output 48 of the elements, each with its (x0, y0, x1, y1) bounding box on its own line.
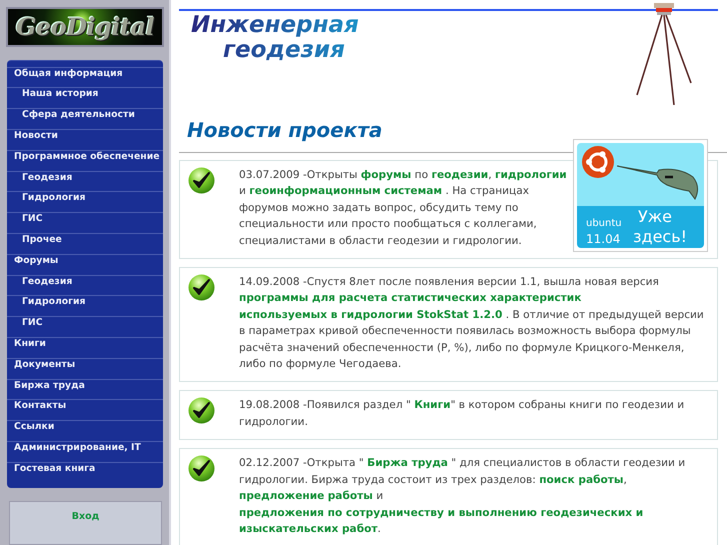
login-title: Вход (72, 510, 100, 524)
sidebar-item[interactable]: Гостевая книга (7, 462, 163, 482)
news-text: 02.12.2007 -Открыта " Биржа труда " для специалистов в области геодезии и гидрологии. Биржа труда состоит из трех разделов: поиск работы, предложение работы и предложения по сотрудничеству и выполнению геодезических и изыскательских работ. (239, 456, 686, 537)
sidebar-item[interactable]: Геодезия (7, 274, 163, 296)
news-link[interactable]: Биржа труда (367, 457, 448, 470)
sidebar-item[interactable]: Гидрология (7, 191, 163, 212)
sidebar-item[interactable]: Геодезия (7, 170, 163, 192)
news-link[interactable]: геоинформационным системам (249, 185, 442, 198)
page-title: Новости проекта (186, 118, 384, 142)
news-link[interactable]: форумы (360, 169, 412, 181)
version-text: 11.04 (586, 232, 620, 246)
sidebar-item[interactable]: Программное обеспечение (7, 150, 163, 171)
sidebar-item[interactable]: ГИС (7, 212, 163, 233)
news-link[interactable]: предложения по сотрудничеству и выполнению геодезических и (239, 506, 644, 518)
news-link[interactable]: программы для расчета статистических характеристик (239, 292, 582, 304)
sidebar-item[interactable]: Книги (7, 336, 163, 358)
checkmark-icon (188, 455, 215, 482)
slogan-text: Уже (638, 207, 672, 226)
sidebar-item[interactable]: Ссылки (7, 420, 163, 441)
ubuntu-logo-icon (581, 145, 615, 179)
slogan-text: здесь! (633, 227, 688, 246)
news-text: 19.08.2008 -Появился раздел " Книги" в котором собраны книги по геодезии и гидрологии. (239, 398, 686, 430)
checkmark-icon (188, 167, 215, 194)
news-link[interactable]: гидрологии (494, 169, 567, 181)
news-link[interactable]: предложение (239, 490, 324, 502)
news-link[interactable]: изыскательских работ (239, 522, 378, 535)
sidebar-item[interactable]: Контакты (7, 399, 163, 420)
sidebar-item[interactable]: Общая информация (7, 66, 163, 88)
brand-text: ubuntu (586, 218, 622, 229)
sidebar-item[interactable]: Биржа труда (7, 378, 163, 400)
sidebar-item[interactable]: Прочее (7, 232, 163, 254)
sidebar-item[interactable]: Сфера деятельности (7, 108, 163, 129)
checkmark-icon (188, 397, 215, 424)
news-link[interactable]: поиск работы (539, 474, 624, 486)
news-text: 14.09.2008 -Спустя 8лет после появления версии 1.1, вышла новая версия программы для расчета статистических характеристик используемых в гидрологии StokStat 1.2.0 . В отличие от предыдущей версии в параметрах кривой обеспеченности появилась возможность выбора формулы расчёта значений обеспеченности (P, %), либо по формуле Крицкого-Менкеля, либо по формуле Чегодаева. (239, 275, 705, 372)
news-link[interactable]: геодезии (431, 169, 488, 181)
news-link[interactable]: используемых в гидрологии StokStat 1.2.0 (239, 308, 502, 321)
news-link[interactable]: Книги (414, 399, 451, 412)
sidebar-item[interactable]: Новости (7, 128, 163, 150)
sidebar-item[interactable]: Наша история (7, 87, 163, 108)
sidebar-item[interactable]: Форумы (7, 254, 163, 275)
sidebar-item[interactable]: ГИС (7, 316, 163, 337)
sidebar-item[interactable]: Документы (7, 358, 163, 379)
sidebar-item[interactable]: Гидрология (7, 295, 163, 316)
sidebar-item[interactable]: Администрирование, IT (7, 440, 163, 462)
news-text: 03.07.2009 -Открыты форумы по геодезии, гидрологии и геоинформационным системам . На страницах форумов можно задать вопрос, обсудить тему по специальности или просто пообщаться с коллегами, специалистами в области геодезии и гидрологии. (239, 168, 568, 249)
checkmark-icon (188, 274, 215, 302)
news-link[interactable]: работы (328, 490, 373, 502)
